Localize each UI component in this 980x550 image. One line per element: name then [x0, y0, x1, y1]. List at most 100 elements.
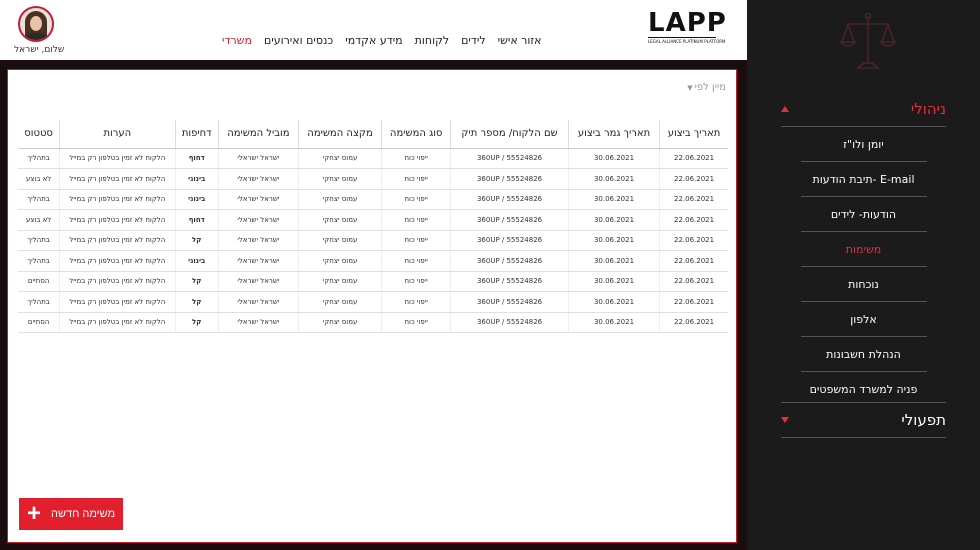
- assigner-cell: עמוס יצחקי: [297, 271, 382, 292]
- client-case-cell: 360UP / 55524826: [450, 209, 569, 231]
- sidebar-item-tasks[interactable]: משימות: [800, 232, 927, 267]
- end-date-cell: 30.06.2021: [567, 148, 660, 169]
- end-date-cell: 30.06.2021: [567, 168, 660, 190]
- priority-badge: קל: [174, 271, 219, 292]
- col-end-date[interactable]: תאריך גמר ביצוע: [567, 120, 660, 149]
- avatar[interactable]: [18, 6, 54, 42]
- user-greeting: שלום, ישראל: [14, 45, 65, 55]
- task-type-cell: ייפוי כוח: [381, 189, 451, 210]
- task-lead-cell: ישראל ישראלי: [217, 271, 299, 292]
- table-row[interactable]: 22.06.2021 30.06.2021 360UP / 55524826 ייפו…: [18, 291, 728, 313]
- task-type-cell: ייפוי כוח: [381, 148, 451, 169]
- notes-cell: הלקוח לא זמין בטלפון רק במייל: [59, 189, 176, 210]
- logo-tagline: LEGAL ALLIANCE PLATINUM PLATFORM: [648, 37, 726, 44]
- new-task-label: משימה חדשה: [50, 508, 116, 520]
- sidebar-item-ministry-of-justice[interactable]: פניה למשרד המשפטים: [801, 372, 927, 406]
- nav-conferences[interactable]: כנסים ואירועים: [264, 34, 333, 47]
- task-lead-cell: ישראל ישראלי: [217, 209, 299, 231]
- nav-personal-area[interactable]: אזור אישי: [498, 34, 542, 47]
- assigner-cell: עמוס יצחקי: [297, 312, 382, 333]
- col-priority[interactable]: דחיפות: [174, 120, 219, 149]
- start-date-cell: 22.06.2021: [659, 230, 728, 251]
- status-cell: בתהליך: [18, 291, 60, 313]
- task-type-cell: ייפוי כוח: [381, 250, 451, 272]
- client-case-cell: 360UP / 55524826: [450, 168, 569, 190]
- col-task-type[interactable]: סוג המשימה: [381, 120, 451, 149]
- tasks-table: תאריך ביצוע תאריך גמר ביצוע שם הלקוח/ מס…: [18, 120, 728, 333]
- start-date-cell: 22.06.2021: [659, 148, 728, 169]
- start-date-cell: 22.06.2021: [659, 168, 728, 190]
- status-cell: לא בוצע: [18, 209, 60, 231]
- sidebar-item-contacts[interactable]: אלפון: [800, 302, 927, 337]
- nav-leads[interactable]: לידים: [461, 34, 485, 47]
- col-status[interactable]: סטטוס: [18, 120, 60, 149]
- nav-clients[interactable]: לקוחות: [415, 34, 449, 47]
- plus-icon: +: [26, 500, 41, 527]
- status-cell: בתהליך: [18, 189, 60, 210]
- task-lead-cell: ישראל ישראלי: [217, 230, 299, 251]
- table-row[interactable]: 22.06.2021 30.06.2021 360UP / 55524826 ייפו…: [18, 168, 728, 190]
- new-task-button[interactable]: משימה חדשה +: [19, 498, 123, 530]
- nav-academic-info[interactable]: מידע אקדמי: [345, 34, 402, 47]
- start-date-cell: 22.06.2021: [659, 271, 728, 292]
- sidebar-ops-section: תפעולי: [781, 402, 946, 438]
- start-date-cell: 22.06.2021: [659, 189, 728, 210]
- task-lead-cell: ישראל ישראלי: [217, 189, 299, 210]
- col-client-case[interactable]: שם הלקוח/ מספר תיק: [450, 120, 569, 149]
- end-date-cell: 30.06.2021: [567, 250, 660, 272]
- sidebar-section-admin-title: ניהולי: [910, 100, 946, 118]
- end-date-cell: 30.06.2021: [567, 312, 660, 333]
- start-date-cell: 22.06.2021: [659, 250, 728, 272]
- sidebar-section-admin-toggle[interactable]: ניהולי: [781, 92, 946, 127]
- sidebar-item-attendance[interactable]: נוכחות: [800, 267, 927, 302]
- col-notes[interactable]: הערות: [59, 120, 176, 149]
- client-case-cell: 360UP / 55524826: [450, 250, 569, 272]
- scales-of-justice-icon: [839, 12, 897, 69]
- end-date-cell: 30.06.2021: [567, 230, 660, 251]
- table-row[interactable]: 22.06.2021 30.06.2021 360UP / 55524826 ייפו…: [18, 230, 728, 251]
- assigner-cell: עמוס יצחקי: [297, 168, 382, 190]
- priority-badge: דחוף: [174, 209, 219, 231]
- task-type-cell: ייפוי כוח: [381, 312, 451, 333]
- sidebar-section-ops-toggle[interactable]: תפעולי: [781, 402, 946, 438]
- collapse-up-icon: [781, 106, 789, 112]
- sidebar-item-lead-messages[interactable]: הודעות- לידים: [800, 197, 927, 232]
- client-case-cell: 360UP / 55524826: [450, 230, 569, 251]
- nav-my-office[interactable]: משרדי: [222, 34, 252, 47]
- top-header: שלום, ישראל משרדי כנסים ואירועים מידע אק…: [0, 0, 747, 60]
- col-start-date[interactable]: תאריך ביצוע: [659, 120, 728, 149]
- table-row[interactable]: 22.06.2021 30.06.2021 360UP / 55524826 ייפו…: [18, 271, 728, 292]
- task-lead-cell: ישראל ישראלי: [217, 168, 299, 190]
- task-lead-cell: ישראל ישראלי: [217, 291, 299, 313]
- col-assigner[interactable]: מקצה המשימה: [297, 120, 382, 149]
- table-row[interactable]: 22.06.2021 30.06.2021 360UP / 55524826 ייפו…: [18, 250, 728, 272]
- lapp-logo[interactable]: LAPP LEGAL ALLIANCE PLATINUM PLATFORM: [648, 8, 727, 46]
- sidebar-item-accounting[interactable]: הנהלת חשבונות: [800, 337, 927, 372]
- assigner-cell: עמוס יצחקי: [297, 230, 382, 251]
- sort-dropdown[interactable]: מיין לפי▼: [687, 82, 726, 93]
- assigner-cell: עמוס יצחקי: [297, 291, 382, 313]
- chevron-down-icon: ▼: [687, 84, 693, 92]
- tasks-panel: מיין לפי▼ תאריך ביצוע תאריך גמר ביצוע שם…: [7, 69, 737, 543]
- table-row[interactable]: 22.06.2021 30.06.2021 360UP / 55524826 ייפו…: [18, 312, 728, 333]
- client-case-cell: 360UP / 55524826: [450, 271, 569, 292]
- table-row[interactable]: 22.06.2021 30.06.2021 360UP / 55524826 ייפו…: [18, 209, 728, 231]
- task-type-cell: ייפוי כוח: [381, 230, 451, 251]
- priority-badge: קל: [174, 312, 219, 333]
- priority-badge: בינוני: [174, 250, 219, 272]
- table-row[interactable]: 22.06.2021 30.06.2021 360UP / 55524826 ייפו…: [18, 148, 728, 169]
- end-date-cell: 30.06.2021: [567, 291, 660, 313]
- assigner-cell: עמוס יצחקי: [297, 209, 382, 231]
- notes-cell: הלקוח לא זמין בטלפון רק במייל: [59, 250, 176, 272]
- col-task-lead[interactable]: מוביל המשימה: [217, 120, 299, 149]
- task-type-cell: ייפוי כוח: [381, 271, 451, 292]
- user-profile[interactable]: שלום, ישראל: [14, 6, 65, 55]
- table-row[interactable]: 22.06.2021 30.06.2021 360UP / 55524826 ייפו…: [18, 189, 728, 210]
- assigner-cell: עמוס יצחקי: [297, 189, 382, 210]
- priority-badge: בינוני: [174, 168, 219, 190]
- logo-letters: LAPP: [648, 8, 727, 38]
- notes-cell: הלקוח לא זמין בטלפון רק במייל: [59, 291, 176, 313]
- sidebar-item-email-inbox[interactable]: E-mail -תיבת הודעות: [800, 162, 927, 197]
- sidebar-item-calendar[interactable]: יומן ולו"ז: [800, 127, 927, 162]
- notes-cell: הלקוח לא זמין בטלפון רק במייל: [59, 148, 176, 169]
